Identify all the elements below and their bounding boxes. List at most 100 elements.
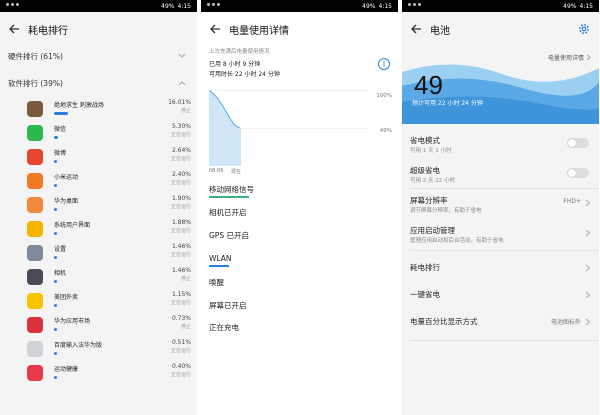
usage-bar (54, 184, 57, 187)
app-icon (27, 269, 43, 285)
settings-row-subtitle: 可用 2 天 22 小时 (410, 178, 455, 184)
app-row[interactable]: 绝地求生 刺激战场 16.01% 停止 (0, 95, 197, 122)
app-row[interactable]: 华为桌面 1.90% 正在运行 (0, 191, 197, 218)
event-label: 移动网络信号 (209, 185, 254, 194)
page-title: 电量使用详情 (229, 25, 289, 37)
settings-row-title: 电量百分比显示方式 (410, 317, 478, 326)
app-percent: 1.15% (171, 291, 191, 298)
app-percent: 0.73% (171, 315, 191, 322)
app-icon (27, 101, 43, 117)
battery-status: 49% (362, 2, 376, 10)
settings-row-title: 耗电排行 (410, 263, 440, 272)
screenshot-collage: 49% 4:15 耗电排行 硬件排行 (61%) 软件排行 (39%) 绝地求生… (0, 0, 600, 415)
percent-49-label: 49% (379, 128, 392, 134)
usage-bar (54, 112, 68, 115)
usage-detail-link[interactable]: 电量使用详情 (548, 53, 591, 62)
app-row[interactable]: 小米运动 2.40% 正在运行 (0, 167, 197, 194)
app-row[interactable]: 华为应用市场 0.73% 停止 (0, 311, 197, 338)
power-ranking-screen: 49% 4:15 耗电排行 硬件排行 (61%) 软件排行 (39%) 绝地求生… (0, 0, 197, 415)
app-name: 系统用户界面 (54, 222, 91, 229)
toggle-switch[interactable] (567, 138, 589, 148)
app-percent: 1.90% (171, 195, 191, 202)
notification-dots (408, 3, 421, 6)
app-row[interactable]: 相机 1.46% 停止 (0, 263, 197, 290)
settings-row-title: 一键省电 (410, 290, 440, 299)
page-title: 耗电排行 (28, 25, 68, 37)
status-bar: 49% 4:15 (0, 0, 197, 12)
app-status: 正在运行 (170, 180, 191, 186)
app-status: 正在运行 (170, 132, 191, 138)
app-row[interactable]: 微博 2.64% 正在运行 (0, 143, 197, 170)
app-percent: 16.01% (168, 99, 191, 106)
app-row[interactable]: 运动健康 0.40% 正在运行 (0, 359, 197, 386)
usage-bar (54, 376, 57, 379)
software-ranking-section[interactable]: 软件排行 (39%) (0, 72, 197, 94)
back-button[interactable] (402, 12, 430, 46)
usage-bar (54, 280, 57, 283)
app-icon (27, 365, 43, 381)
start-time-label: 08:06 (209, 168, 224, 174)
app-row[interactable]: 设置 1.46% 正在运行 (0, 239, 197, 266)
app-percent: 0.40% (171, 363, 191, 370)
title-bar: 耗电排行 (0, 12, 197, 46)
battery-usage-detail-screen: 49% 4:15 电量使用详情 上次充满后电量使用情况 已用 8 小时 9 分钟… (201, 0, 398, 415)
app-icon (27, 221, 43, 237)
settings-row[interactable]: 应用启动管理管理应用启动和后台活动，有助于省电 (402, 222, 599, 250)
app-icon (27, 317, 43, 333)
app-icon (27, 125, 43, 141)
app-name: 运动健康 (54, 366, 79, 373)
percent-100-label: 100% (376, 93, 392, 99)
settings-row-value: FHD+ (563, 198, 581, 205)
app-row[interactable]: 美团外卖 1.15% 正在运行 (0, 287, 197, 314)
app-name: 百度输入法华为版 (54, 342, 103, 349)
status-bar: 49% 4:15 (402, 0, 599, 12)
settings-row-title: 屏幕分辨率 (410, 196, 448, 205)
app-icon (27, 197, 43, 213)
usage-detail-link-label: 电量使用详情 (547, 55, 584, 62)
app-row[interactable]: 系统用户界面 1.88% 正在运行 (0, 215, 197, 242)
arrow-left-icon (9, 24, 19, 34)
remaining-time: 可用时长 22 小时 24 分钟 (209, 71, 280, 78)
back-button[interactable] (0, 12, 28, 46)
usage-bar (54, 328, 57, 331)
settings-row[interactable]: 省电模式 可用 1 天 1 小时 (402, 132, 599, 160)
settings-row[interactable]: 耗电排行 (402, 256, 599, 282)
hardware-ranking-section[interactable]: 硬件排行 (61%) (0, 45, 197, 67)
toggle-switch[interactable] (567, 168, 589, 178)
estimated-time: 预计可用 22 小时 24 分钟 (412, 100, 483, 107)
gear-icon[interactable] (577, 22, 591, 36)
chevron-right-icon (585, 199, 591, 207)
back-button[interactable] (201, 12, 229, 46)
battery-area (209, 90, 241, 166)
now-label: 现在 (231, 169, 242, 175)
settings-row-value: 电池图标外 (550, 319, 581, 326)
app-percent: 2.40% (171, 171, 191, 178)
app-name: 绝地求生 刺激战场 (54, 102, 104, 109)
app-icon (27, 149, 43, 165)
settings-row[interactable]: 电量百分比显示方式 电池图标外 (402, 310, 599, 336)
settings-row[interactable]: 屏幕分辨率 调节屏幕分辨率，有助于省电 FHD+ (402, 192, 599, 220)
app-row[interactable]: 微信 5.30% 正在运行 (0, 119, 197, 146)
app-name: 华为桌面 (54, 198, 79, 205)
usage-bar (54, 256, 57, 259)
usage-bar (54, 352, 57, 355)
app-row[interactable]: 百度输入法华为版 0.51% 正在运行 (0, 335, 197, 362)
event-label: 唤醒 (209, 278, 224, 287)
usage-bar (54, 232, 57, 235)
used-time: 已用 8 小时 9 分钟 (209, 61, 261, 68)
settings-row[interactable]: 一键省电 (402, 283, 599, 309)
clock: 4:15 (579, 2, 593, 10)
settings-row[interactable]: 超级省电 可用 2 天 22 小时 (402, 162, 599, 190)
app-status: 正在运行 (170, 156, 191, 162)
settings-row-title: 省电模式 (410, 136, 440, 145)
hardware-ranking-label: 硬件排行 (61%) (8, 51, 63, 61)
chevron-down-icon (178, 53, 186, 58)
wlan-bar (209, 265, 229, 267)
app-percent: 2.64% (171, 147, 191, 154)
settings-row-subtitle: 管理应用启动和后台活动，有助于省电 (410, 238, 504, 244)
usage-bar (54, 208, 57, 211)
settings-row-title: 应用启动管理 (410, 226, 455, 235)
info-icon[interactable]: i (378, 58, 390, 70)
event-label: 正在充电 (209, 323, 239, 332)
clock: 4:15 (378, 2, 392, 10)
